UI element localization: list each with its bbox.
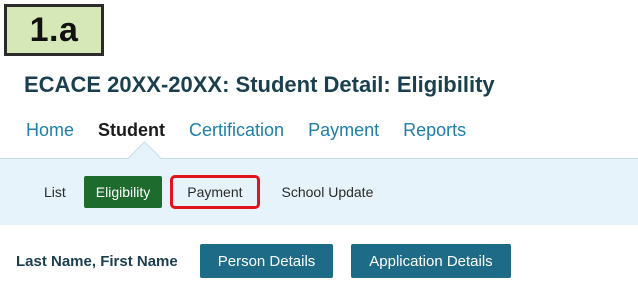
primary-nav: Home Student Certification Payment Repor… [26,118,490,142]
nav-item-home[interactable]: Home [26,120,74,141]
application-details-button[interactable]: Application Details [351,244,511,278]
person-row: Last Name, First Name Person Details App… [16,244,529,278]
subnav-item-list[interactable]: List [44,184,66,200]
nav-item-student[interactable]: Student [98,120,165,141]
person-name: Last Name, First Name [16,252,178,270]
sub-nav: List Eligibility Payment School Update [44,175,374,209]
nav-item-payment[interactable]: Payment [308,120,379,141]
page-title: ECACE 20XX-20XX: Student Detail: Eligibi… [24,72,495,97]
subnav-item-school-update[interactable]: School Update [282,184,374,200]
page: 1.a ECACE 20XX-20XX: Student Detail: Eli… [0,0,638,289]
person-details-button[interactable]: Person Details [199,244,334,278]
subnav-item-payment[interactable]: Payment [170,175,260,209]
step-badge: 1.a [4,4,104,56]
subnav-item-eligibility[interactable]: Eligibility [83,176,163,208]
nav-item-certification[interactable]: Certification [189,120,284,141]
nav-item-reports[interactable]: Reports [403,120,466,141]
